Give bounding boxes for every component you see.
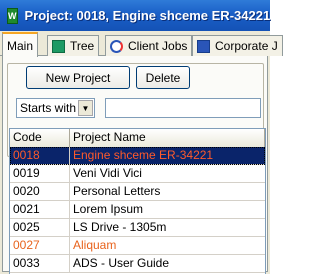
table-row[interactable]: 0019 Veni Vidi Vici: [10, 165, 265, 183]
project-window: W Project: 0018, Engine shceme ER-34221 …: [0, 0, 283, 274]
cell-project-name: LS Drive - 1305m: [73, 220, 167, 234]
new-project-button[interactable]: New Project: [26, 66, 130, 89]
cell-code: 0027: [10, 237, 70, 254]
dropdown-arrow-icon[interactable]: ▼: [78, 100, 93, 116]
search-input[interactable]: [105, 98, 261, 118]
table-row[interactable]: 0027 Aliquam: [10, 237, 265, 255]
cell-code: 0020: [10, 183, 70, 200]
title-bar[interactable]: W Project: 0018, Engine shceme ER-34221: [0, 0, 270, 31]
cell-code: 0019: [10, 165, 70, 182]
delete-button[interactable]: Delete: [136, 66, 190, 89]
tab-strip: Main Tree Client Jobs Corporate J: [0, 32, 283, 57]
table-row[interactable]: 0021 Lorem Ipsum: [10, 201, 265, 219]
tab-main-label: Main: [7, 38, 34, 53]
table-body: 0018 Engine shceme ER-34221 0019 Veni Vidi …: [10, 147, 265, 273]
table-header: Code Project Name: [10, 129, 265, 147]
table-row[interactable]: 0020 Personal Letters: [10, 183, 265, 201]
cell-code: 0025: [10, 219, 70, 236]
tree-icon: [52, 39, 65, 53]
cell-project-name: Aliquam: [73, 238, 117, 252]
tab-tree[interactable]: Tree: [47, 35, 100, 56]
projects-table: Code Project Name 0018 Engine shceme ER-3…: [9, 128, 266, 274]
filter-mode-value: Starts with: [20, 101, 77, 115]
filter-mode-select[interactable]: Starts with ▼: [16, 98, 95, 118]
cell-project-name: ADS - User Guide: [73, 256, 170, 270]
cell-code: 0018: [10, 147, 70, 164]
cell-code: 0033: [10, 255, 70, 272]
tab-corporate[interactable]: Corporate J: [192, 35, 283, 56]
cell-project-name: Engine shceme ER-34221: [70, 147, 265, 164]
table-row[interactable]: 0033 ADS - User Guide: [10, 255, 265, 273]
app-icon: W: [7, 7, 18, 24]
client-jobs-icon: [110, 39, 123, 53]
tab-tree-label: Tree: [70, 39, 95, 53]
window-title: Project: 0018, Engine shceme ER-34221: [24, 8, 271, 23]
table-row[interactable]: 0025 LS Drive - 1305m: [10, 219, 265, 237]
table-row[interactable]: 0018 Engine shceme ER-34221: [10, 147, 265, 165]
tab-client-jobs[interactable]: Client Jobs: [105, 35, 193, 56]
column-header-project-name[interactable]: Project Name: [70, 129, 265, 147]
cell-project-name: Veni Vidi Vici: [73, 166, 142, 180]
cell-project-name: Lorem Ipsum: [73, 202, 144, 216]
tab-main[interactable]: Main: [2, 32, 39, 57]
cell-project-name: Personal Letters: [73, 184, 161, 198]
tab-corporate-label: Corporate J: [215, 39, 278, 53]
corporate-icon: [197, 39, 210, 53]
tab-client-jobs-label: Client Jobs: [128, 39, 188, 53]
cell-code: 0021: [10, 201, 70, 218]
column-header-code[interactable]: Code: [10, 129, 70, 147]
